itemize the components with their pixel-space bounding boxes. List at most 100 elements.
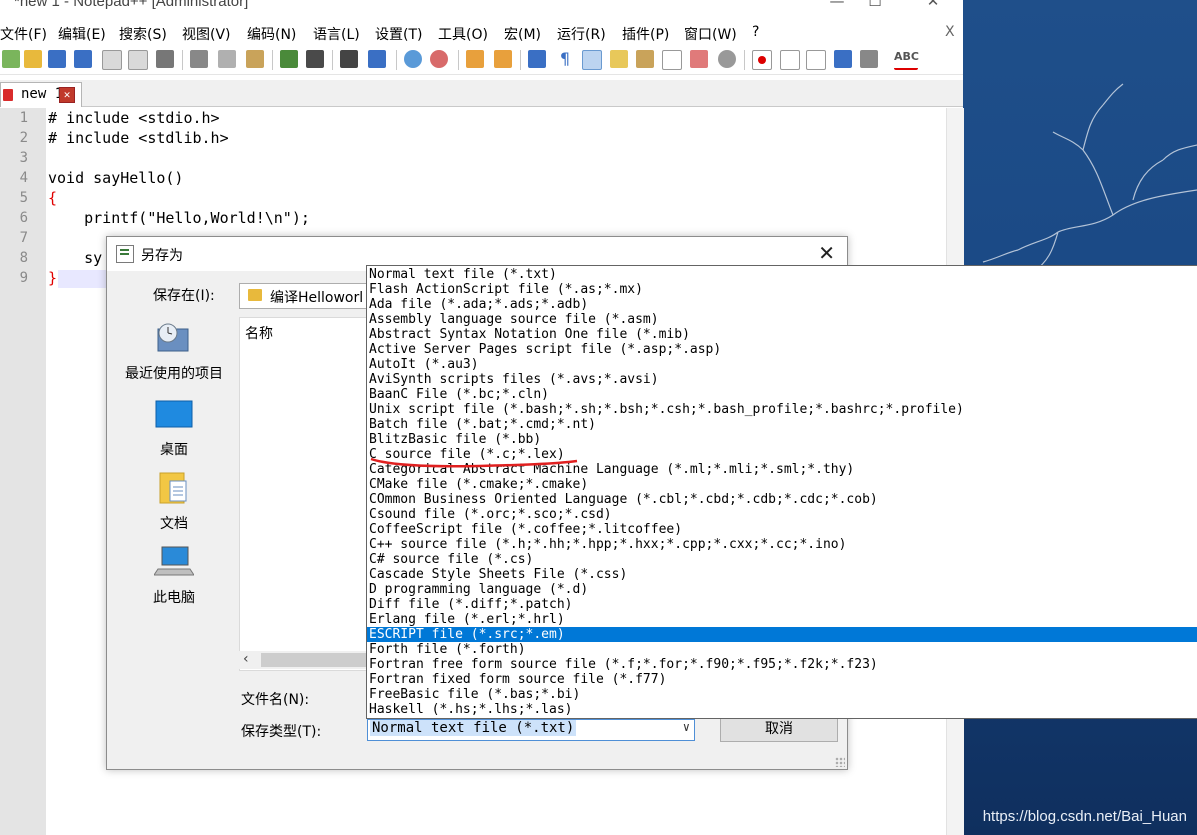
print-icon[interactable] [156, 50, 174, 68]
scroll-thumb[interactable] [261, 653, 369, 667]
menu-settings[interactable]: 设置(T) [375, 24, 422, 44]
folder-workspace-icon[interactable] [690, 50, 708, 68]
filetype-option[interactable]: ESCRIPT file (*.src;*.em) [367, 627, 1197, 642]
filetype-option[interactable]: Active Server Pages script file (*.asp;*… [367, 342, 1197, 357]
filetype-select[interactable]: Normal text file (*.txt) ∨ [367, 719, 695, 741]
minimize-button[interactable]: — [822, 0, 852, 10]
place-recent[interactable]: 最近使用的项目 [115, 321, 233, 383]
tab-new-1[interactable]: new 1 ✕ [0, 82, 82, 107]
recent-items-icon [157, 323, 189, 352]
menu-help[interactable]: ? [752, 24, 759, 40]
cancel-button[interactable]: 取消 [720, 716, 838, 742]
filetype-option[interactable]: AviSynth scripts files (*.avs;*.avsi) [367, 372, 1197, 387]
filetype-option[interactable]: BaanC File (*.bc;*.cln) [367, 387, 1197, 402]
record-macro-icon[interactable] [752, 50, 772, 70]
zoom-in-icon[interactable] [404, 50, 422, 68]
column-header-name[interactable]: 名称 [245, 323, 273, 343]
menu-encoding[interactable]: 编码(N) [247, 24, 296, 44]
place-desktop[interactable]: 桌面 [115, 397, 233, 459]
filetype-option[interactable]: C source file (*.c;*.lex) [367, 447, 1197, 462]
filetype-option[interactable]: Unix script file (*.bash;*.sh;*.bsh;*.cs… [367, 402, 1197, 417]
cut-icon[interactable] [190, 50, 208, 68]
save-in-dropdown[interactable]: 编译Helloworl [239, 283, 381, 309]
filetype-option[interactable]: Normal text file (*.txt) [367, 267, 1197, 282]
filetype-option[interactable]: Assembly language source file (*.asm) [367, 312, 1197, 327]
copy-icon[interactable] [218, 50, 236, 68]
spell-check-icon[interactable]: ABC [894, 50, 919, 70]
maximize-button[interactable]: ☐ [860, 0, 890, 10]
filetype-option[interactable]: Forth file (*.forth) [367, 642, 1197, 657]
filetype-option[interactable]: AutoIt (*.au3) [367, 357, 1197, 372]
redo-icon[interactable] [306, 50, 324, 68]
menu-macro[interactable]: 宏(M) [504, 24, 541, 44]
tab-close-icon[interactable]: ✕ [59, 87, 75, 103]
line-number-gutter: 1 2 3 4 5 6 7 8 9 [0, 108, 46, 835]
stop-macro-icon[interactable] [780, 50, 800, 70]
menu-search[interactable]: 搜索(S) [119, 24, 167, 44]
close-file-icon[interactable] [102, 50, 122, 70]
filetype-option[interactable]: Flash ActionScript file (*.as;*.mx) [367, 282, 1197, 297]
user-lang-icon[interactable] [610, 50, 628, 68]
filetype-option[interactable]: Categorical Abstract Machine Language (*… [367, 462, 1197, 477]
find-icon[interactable] [340, 50, 358, 68]
zoom-out-icon[interactable] [430, 50, 448, 68]
filetype-option[interactable]: Ada file (*.ada;*.ads;*.adb) [367, 297, 1197, 312]
menu-tools[interactable]: 工具(O) [438, 24, 488, 44]
close-button[interactable]: ✕ [918, 0, 948, 10]
file-list[interactable]: 名称 [239, 317, 371, 671]
resize-grip[interactable] [835, 757, 845, 767]
filetype-option[interactable]: COmmon Business Oriented Language (*.cbl… [367, 492, 1197, 507]
scroll-left-icon[interactable]: ‹ [243, 651, 249, 667]
filetype-option[interactable]: Fortran free form source file (*.f;*.for… [367, 657, 1197, 672]
filetype-option[interactable]: C# source file (*.cs) [367, 552, 1197, 567]
monitoring-icon[interactable] [718, 50, 736, 68]
doc-map-icon[interactable] [636, 50, 654, 68]
filetype-option[interactable]: Diff file (*.diff;*.patch) [367, 597, 1197, 612]
filetype-option[interactable]: Csound file (*.orc;*.sco;*.csd) [367, 507, 1197, 522]
run-macro-multiple-icon[interactable] [834, 50, 852, 68]
filetype-option[interactable]: C++ source file (*.h;*.hh;*.hpp;*.hxx;*.… [367, 537, 1197, 552]
filetype-option[interactable]: Batch file (*.bat;*.cmd;*.nt) [367, 417, 1197, 432]
play-macro-icon[interactable] [806, 50, 826, 70]
filetype-option[interactable]: Cascade Style Sheets File (*.css) [367, 567, 1197, 582]
word-wrap-icon[interactable] [528, 50, 546, 68]
filetype-option[interactable]: CMake file (*.cmake;*.cmake) [367, 477, 1197, 492]
place-this-pc[interactable]: 此电脑 [115, 543, 233, 607]
filetype-option[interactable]: D programming language (*.d) [367, 582, 1197, 597]
show-all-chars-icon[interactable]: ¶ [556, 50, 574, 68]
filetype-option[interactable]: Fortran fixed form source file (*.f77) [367, 672, 1197, 687]
dialog-close-button[interactable]: ✕ [818, 241, 835, 265]
save-icon[interactable] [48, 50, 66, 68]
sync-horizontal-icon[interactable] [494, 50, 512, 68]
menu-language[interactable]: 语言(L) [313, 24, 360, 44]
filetype-option[interactable]: Erlang file (*.erl;*.hrl) [367, 612, 1197, 627]
menu-window[interactable]: 窗口(W) [684, 24, 737, 44]
function-list-icon[interactable] [662, 50, 682, 70]
filetype-option[interactable]: CoffeeScript file (*.coffee;*.litcoffee) [367, 522, 1197, 537]
menu-view[interactable]: 视图(V) [182, 24, 231, 44]
place-documents[interactable]: 文档 [115, 469, 233, 533]
sync-vertical-icon[interactable] [466, 50, 484, 68]
save-macro-icon[interactable] [860, 50, 878, 68]
menu-file[interactable]: 文件(F) [0, 24, 47, 44]
replace-icon[interactable] [368, 50, 386, 68]
paste-icon[interactable] [246, 50, 264, 68]
save-all-icon[interactable] [74, 50, 92, 68]
close-document-icon[interactable]: X [945, 24, 955, 40]
places-bar: 最近使用的项目 桌面 文档 此电脑 [115, 311, 233, 757]
filetype-option[interactable]: Haskell (*.hs;*.lhs;*.las) [367, 702, 1197, 717]
menu-run[interactable]: 运行(R) [557, 24, 606, 44]
menu-plugins[interactable]: 插件(P) [622, 24, 669, 44]
close-all-icon[interactable] [128, 50, 148, 70]
new-file-icon[interactable] [2, 50, 20, 68]
undo-icon[interactable] [280, 50, 298, 68]
filetype-option[interactable]: FreeBasic file (*.bas;*.bi) [367, 687, 1197, 702]
indent-guide-icon[interactable] [582, 50, 602, 70]
place-label: 文档 [160, 516, 188, 532]
open-file-icon[interactable] [24, 50, 42, 68]
filetype-option[interactable]: Abstract Syntax Notation One file (*.mib… [367, 327, 1197, 342]
menu-edit[interactable]: 编辑(E) [58, 24, 106, 44]
desktop-icon [155, 400, 193, 428]
filetype-option[interactable]: BlitzBasic file (*.bb) [367, 432, 1197, 447]
horizontal-scrollbar[interactable]: ‹ [239, 651, 369, 669]
